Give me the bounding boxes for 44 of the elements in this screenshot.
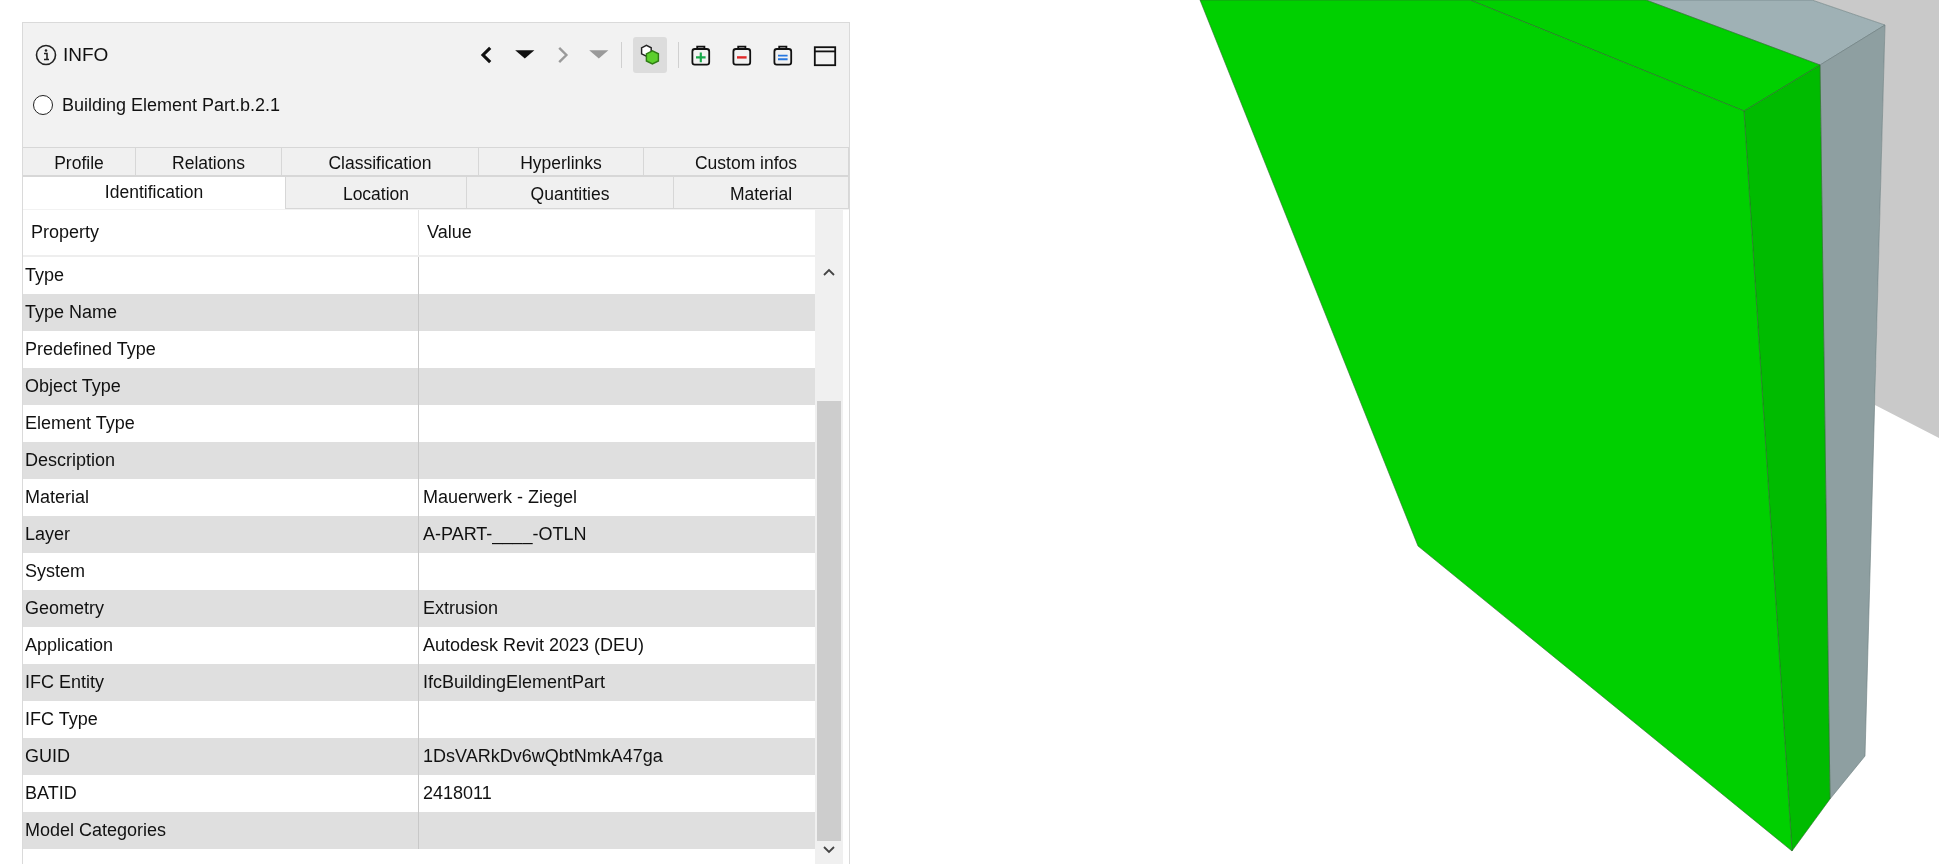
- value-cell: Extrusion: [423, 598, 499, 619]
- value-cell: A-PART-____-OTLN: [423, 524, 587, 545]
- property-cell: Material: [25, 487, 90, 508]
- property-cell: Layer: [25, 524, 71, 545]
- tab[interactable]: Relations: [136, 147, 282, 176]
- value-cell: IfcBuildingElementPart: [423, 672, 606, 693]
- tab[interactable]: Classification: [282, 147, 479, 176]
- tab[interactable]: Quantities: [467, 176, 674, 209]
- value-cell: Mauerwerk - Ziegel: [423, 487, 578, 508]
- window-icon[interactable]: [813, 43, 837, 67]
- toggle-button[interactable]: [633, 37, 667, 73]
- panel-title: INFO: [63, 44, 109, 66]
- wall-3d-drawing[interactable]: [1199, 0, 1939, 852]
- tab[interactable]: Identification: [23, 176, 286, 209]
- property-cell: Object Type: [25, 376, 121, 397]
- property-cell: Application: [25, 635, 114, 656]
- property-cell: GUID: [25, 746, 70, 767]
- info-icon: [35, 44, 57, 66]
- tab[interactable]: Profile: [23, 147, 136, 176]
- property-cell: IFC Type: [25, 709, 98, 730]
- property-cell: Type Name: [25, 302, 118, 323]
- property-cell: IFC Entity: [25, 672, 104, 693]
- object-name: Building Element Part.b.2.1: [62, 94, 281, 116]
- scrollbar-thumb[interactable]: [817, 401, 841, 841]
- property-cell: Description: [25, 450, 116, 471]
- tab[interactable]: Material: [674, 176, 849, 209]
- property-cell: Predefined Type: [25, 339, 156, 360]
- column-header[interactable]: Value: [427, 222, 472, 243]
- property-cell: BATID: [25, 783, 77, 804]
- property-cell: Type: [25, 265, 65, 286]
- value-cell: 1DsVARkDv6wQbtNmkA47ga: [423, 746, 663, 767]
- property-cell: Geometry: [25, 598, 105, 619]
- value-cell: 2418011: [423, 783, 492, 804]
- tab[interactable]: Hyperlinks: [479, 147, 644, 176]
- value-cell: Autodesk Revit 2023 (DEU): [423, 635, 645, 656]
- tab[interactable]: Location: [286, 176, 467, 209]
- property-cell: Element Type: [25, 413, 135, 434]
- property-cell: System: [25, 561, 85, 582]
- property-cell: Model Categories: [25, 820, 167, 841]
- scroll-up-icon[interactable]: [822, 267, 836, 277]
- column-header[interactable]: Property: [31, 222, 100, 243]
- tab[interactable]: Custom infos: [644, 147, 849, 176]
- scroll-down-icon[interactable]: [822, 845, 836, 855]
- radio-button[interactable]: [33, 95, 53, 115]
